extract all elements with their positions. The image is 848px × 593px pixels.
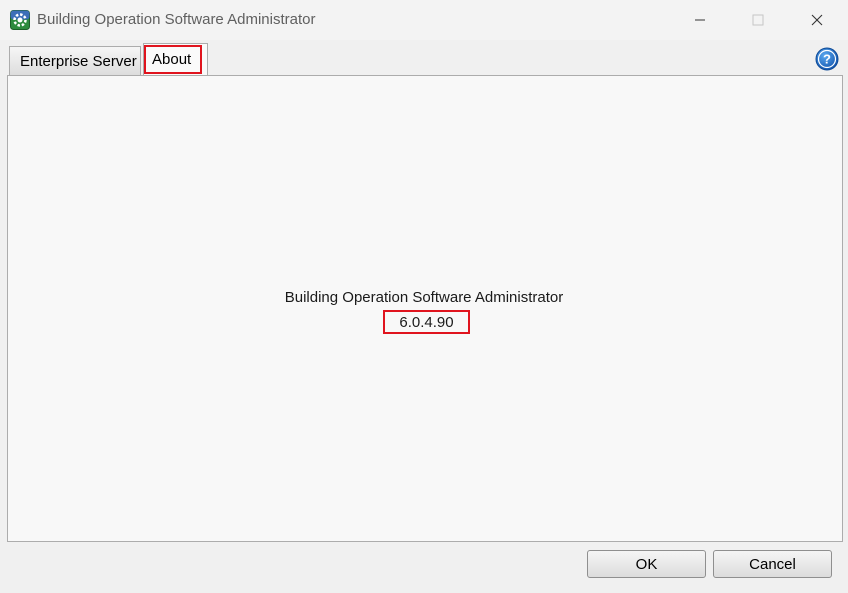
maximize-button[interactable] [728, 0, 788, 40]
close-icon [811, 14, 823, 26]
cancel-button[interactable]: Cancel [713, 550, 832, 578]
close-button[interactable] [787, 0, 847, 40]
title-bar: Building Operation Software Administrato… [0, 0, 848, 40]
maximize-icon [752, 14, 764, 26]
help-icon[interactable]: ? [815, 47, 839, 71]
ok-button[interactable]: OK [587, 550, 706, 578]
version-text: 6.0.4.90 [399, 313, 454, 331]
about-panel [7, 75, 843, 542]
product-name: Building Operation Software Administrato… [284, 289, 564, 306]
minimize-icon [694, 14, 706, 26]
version-number: 6.0.4.90 [383, 310, 470, 334]
minimize-button[interactable] [670, 0, 730, 40]
about-dialog-window: Building Operation Software Administrato… [0, 0, 848, 593]
tab-about[interactable]: About [143, 43, 208, 76]
app-gear-icon [10, 10, 30, 30]
tab-enterprise-server[interactable]: Enterprise Server [9, 46, 141, 76]
svg-text:?: ? [823, 52, 831, 67]
window-title: Building Operation Software Administrato… [37, 11, 316, 28]
